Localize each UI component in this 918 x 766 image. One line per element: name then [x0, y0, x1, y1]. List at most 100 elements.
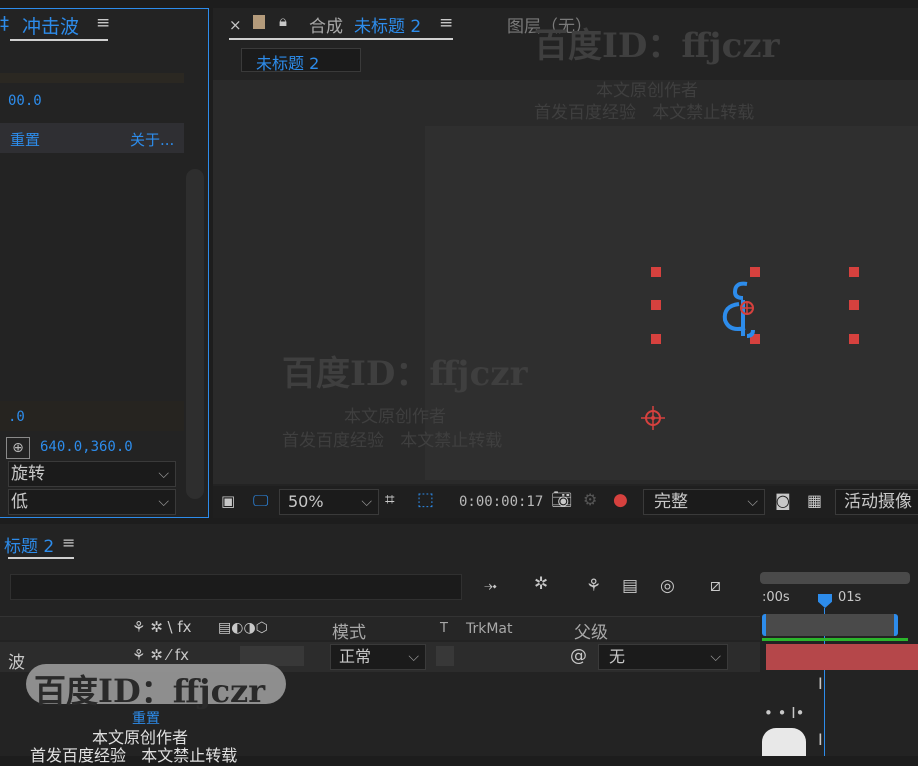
comp-viewer[interactable]: [213, 80, 918, 484]
zoom-value: 50%: [288, 492, 324, 511]
camera-dropdown[interactable]: 活动摄像: [835, 489, 918, 515]
transform-handle[interactable]: [651, 300, 661, 310]
t-header: T: [440, 621, 448, 636]
search-input[interactable]: [10, 574, 462, 600]
resolution-value: 完整: [654, 492, 688, 512]
blend-icons-header[interactable]: ▤◐◑⬡: [218, 620, 268, 636]
trkmat-header: TrkMat: [466, 621, 513, 637]
layer-blend-boxes[interactable]: [240, 646, 304, 666]
viewer-toolbar: ▣ 🖵︎ 50% ⌵ ⌗ ⬚ 0:00:00:17 📷︎ ⚙ ● 完整 ⌵ ◙ …: [213, 486, 918, 518]
watermark-line1: 本文原创作者: [344, 407, 446, 427]
close-icon[interactable]: ×: [229, 16, 242, 34]
value-field-1[interactable]: 00.0: [8, 93, 42, 109]
pickwhip-icon[interactable]: @: [570, 646, 587, 666]
checker-icon[interactable]: ▦: [807, 491, 822, 510]
monitor-icon[interactable]: 🖵︎: [253, 491, 268, 511]
anchor-point-icon[interactable]: [639, 404, 667, 432]
trkmat-box[interactable]: [436, 646, 454, 666]
column-header-row: [0, 616, 760, 640]
effect-header-band: [0, 73, 184, 83]
chevron-down-icon: ⌵: [747, 494, 758, 510]
chevron-down-icon: ⌵: [710, 649, 721, 665]
render-bar: [762, 638, 908, 641]
timecode[interactable]: 0:00:00:17: [459, 494, 543, 510]
dropdown-rotation-label: 旋转: [11, 464, 45, 484]
lock-icon[interactable]: 🔒︎: [279, 12, 287, 30]
chevron-down-icon: ⌵: [158, 494, 169, 510]
tab-underline: [8, 557, 74, 559]
parent-header: 父级: [574, 623, 608, 643]
comp-subtab[interactable]: 未标题 2: [241, 48, 361, 73]
resolution-dropdown[interactable]: 完整 ⌵: [643, 489, 765, 515]
transform-handle[interactable]: [651, 267, 661, 277]
transparency-grid-icon[interactable]: ⬚: [417, 489, 434, 510]
hamburger-icon[interactable]: ≡: [96, 13, 110, 33]
layer-switches[interactable]: ⚘ ✲ ⁄ fx: [132, 646, 189, 664]
timeline-panel: 标题 2 ≡ ⤞ ✲ ⚘ ▤ ◎ ⧄ :00s 01s ⚘ ✲ \ fx ▤◐◑…: [0, 524, 918, 756]
watermark-title: 百度ID：ffjczr: [534, 26, 780, 66]
motion-blur-icon[interactable]: ◎: [660, 576, 675, 596]
shockwave-shape-icon[interactable]: [713, 276, 763, 340]
effect-panel-tabbar: ‡ 冲击波 ≡: [0, 9, 208, 47]
frame-blend-icon[interactable]: ▤: [622, 576, 638, 596]
ruler-01s: 01s: [838, 590, 862, 605]
transform-handle[interactable]: [651, 334, 661, 344]
always-preview-icon[interactable]: ▣: [221, 492, 235, 510]
crosshair-icon[interactable]: ⊕: [6, 437, 30, 459]
watermark-line2: 首发百度经验 本文禁止转载: [30, 746, 238, 765]
watermark-title: 百度ID：ffjczr: [34, 672, 266, 710]
transform-handle[interactable]: [849, 300, 859, 310]
effect-tab-title[interactable]: 冲击波: [22, 12, 79, 39]
region-of-interest-icon[interactable]: ⌗: [385, 490, 395, 510]
effect-controls-panel: ‡ 冲击波 ≡ 00.0 重置 关于... .0 ⊕ 640.0,360.0 旋…: [0, 8, 209, 518]
hamburger-icon[interactable]: ≡: [439, 13, 453, 33]
transform-handle[interactable]: [849, 334, 859, 344]
layer-name[interactable]: 波: [8, 648, 25, 673]
transform-handle[interactable]: [849, 267, 859, 277]
comp-prefix: 合成: [309, 17, 343, 37]
value-field-2[interactable]: .0: [8, 409, 25, 425]
tab-underline: [10, 39, 108, 41]
color-label-swatch[interactable]: [253, 15, 265, 29]
fast-preview-icon[interactable]: ◙: [775, 491, 791, 510]
dropdown-rotation[interactable]: 旋转 ⌵: [8, 461, 176, 487]
chevron-down-icon: ⌵: [408, 649, 419, 665]
point-value[interactable]: 640.0,360.0: [40, 439, 133, 455]
zoom-dropdown[interactable]: 50% ⌵: [279, 489, 379, 515]
keyframe-marker[interactable]: I: [818, 674, 823, 693]
chevron-down-icon: ⌵: [158, 466, 169, 482]
color-channel-icon[interactable]: ●: [613, 490, 628, 510]
work-area-bar[interactable]: [760, 572, 910, 584]
comp-tab-name[interactable]: 未标题 2: [354, 12, 421, 37]
reset-link[interactable]: 重置: [10, 129, 40, 150]
dropdown-quality[interactable]: 低 ⌵: [8, 489, 176, 515]
graph-editor-icon[interactable]: ⧄: [710, 576, 721, 596]
switches-header[interactable]: ⚘ ✲ \ fx: [132, 618, 192, 636]
comp-flowchart-icon[interactable]: ⤞: [484, 576, 497, 596]
timeline-tab-title[interactable]: 标题 2: [4, 532, 54, 557]
layer-parent-dropdown[interactable]: 无 ⌵: [598, 644, 728, 670]
layer-duration-bar[interactable]: [766, 644, 918, 670]
chevron-down-icon: ⌵: [361, 494, 372, 510]
tab-underline: [229, 38, 453, 40]
time-navigator[interactable]: [762, 614, 898, 636]
about-link[interactable]: 关于...: [130, 129, 174, 150]
keyframe-marker[interactable]: I: [818, 730, 823, 749]
layer-mode-dropdown[interactable]: 正常 ⌵: [330, 644, 426, 670]
draft-3d-icon[interactable]: ✲: [534, 574, 548, 594]
watermark-line2: 首发百度经验 本文禁止转载: [282, 431, 503, 451]
show-channel-icon[interactable]: ⚙: [583, 490, 597, 509]
watermark-line2: 首发百度经验 本文禁止转载: [534, 103, 755, 123]
playhead[interactable]: [818, 594, 832, 608]
tab-prefix: ‡: [0, 13, 9, 34]
shy-icon[interactable]: ⚘: [586, 576, 601, 596]
effect-scrollbar[interactable]: [186, 169, 204, 499]
camera-icon[interactable]: 📷︎: [551, 490, 573, 510]
mode-header: 模式: [332, 623, 366, 643]
effect-bottom-band: [0, 401, 184, 431]
paw-logo-icon: [762, 728, 806, 756]
comp-subtab-label: 未标题 2: [256, 54, 320, 73]
ruler-start: :00s: [762, 590, 790, 605]
keyframe-dots[interactable]: • • I•: [764, 704, 805, 722]
hamburger-icon[interactable]: ≡: [62, 533, 75, 552]
